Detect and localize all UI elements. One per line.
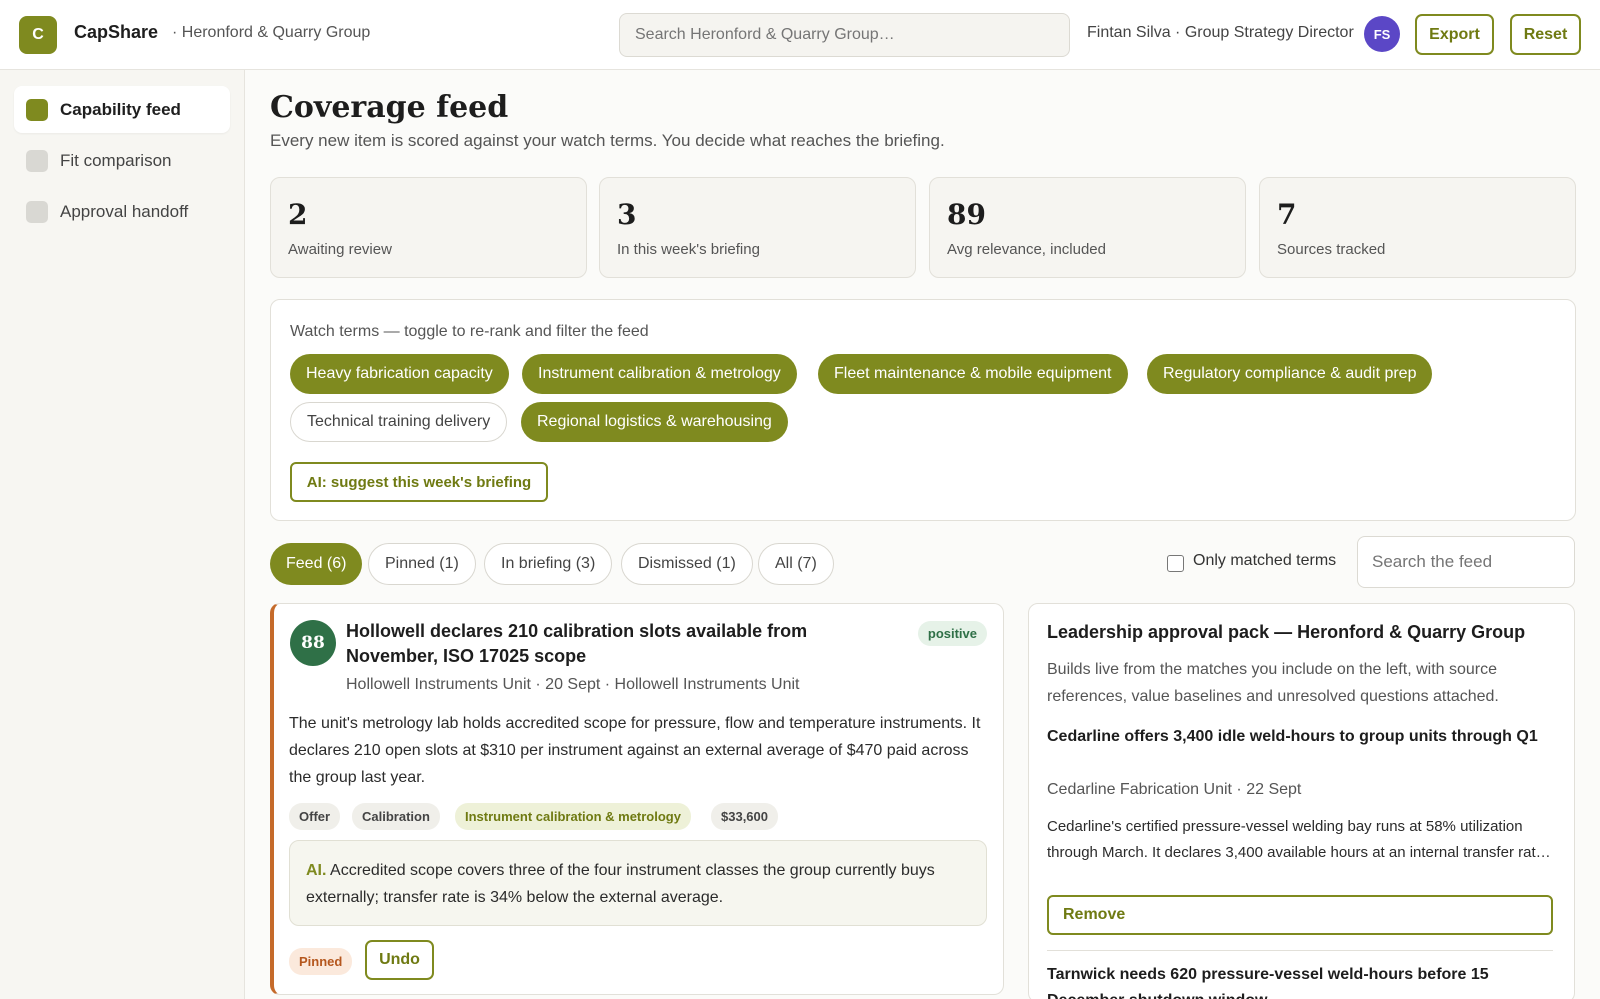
sidebar-item-approval-handoff[interactable]: Approval handoff xyxy=(14,188,230,235)
feed-item-title[interactable]: Hollowell declares 210 calibration slots… xyxy=(346,619,866,669)
tab-in-briefing[interactable]: In briefing (3) xyxy=(484,543,613,585)
pack-item-meta: Cedarline Fabrication Unit · 22 Sept xyxy=(1047,781,1302,798)
sidebar-item-label: Fit comparison xyxy=(60,150,172,170)
top-bar: C CapShare · Heronford & Quarry Group Fi… xyxy=(0,0,1600,70)
stat-card-avg-relevance: 89 Avg relevance, included xyxy=(929,177,1246,278)
feed-item-tag-matched-term: Instrument calibration & metrology xyxy=(455,803,691,830)
only-matched-checkbox[interactable] xyxy=(1167,555,1184,572)
watch-term-chip[interactable]: Regulatory compliance & audit prep xyxy=(1147,354,1433,394)
stat-label: Avg relevance, included xyxy=(947,241,1106,258)
stat-value: 3 xyxy=(617,198,637,231)
sidebar: Capability feed Fit comparison Approval … xyxy=(0,70,245,999)
stat-label: Sources tracked xyxy=(1277,241,1386,258)
global-search-input[interactable] xyxy=(619,13,1070,57)
tab-all[interactable]: All (7) xyxy=(758,543,834,585)
sidebar-item-fit-comparison[interactable]: Fit comparison xyxy=(14,137,230,184)
watch-term-chip[interactable]: Technical training delivery xyxy=(290,402,508,442)
ai-summary-text: Accredited scope covers three of the fou… xyxy=(306,862,935,906)
watch-terms-title: Watch terms — toggle to re-rank and filt… xyxy=(290,323,649,340)
feed-search-input[interactable] xyxy=(1357,536,1575,588)
pack-item-title: Tarnwick needs 620 pressure-vessel weld-… xyxy=(1047,966,1489,999)
relevance-score-badge: 88 xyxy=(290,620,336,666)
nav-square-icon xyxy=(26,99,48,121)
watch-terms-panel: Watch terms — toggle to re-rank and filt… xyxy=(270,299,1576,521)
ai-summary-box: AI. Accredited scope covers three of the… xyxy=(289,840,987,926)
watch-term-chip[interactable]: Heavy fabrication capacity xyxy=(290,354,509,394)
feed-item-card[interactable]: 88 Hollowell declares 210 calibration sl… xyxy=(270,603,1004,995)
feed-item-tag: Calibration xyxy=(352,803,440,830)
approval-pack-description: Builds live from the matches you include… xyxy=(1047,661,1499,705)
feed-item-meta: Hollowell Instruments Unit · 20 Sept · H… xyxy=(346,676,800,693)
divider xyxy=(1047,950,1553,951)
stat-value: 7 xyxy=(1277,198,1297,231)
pack-item-body: Cedarline's certified pressure-vessel we… xyxy=(1047,818,1551,861)
app-logo[interactable]: C xyxy=(19,16,57,54)
sidebar-item-capability-feed[interactable]: Capability feed xyxy=(14,86,230,133)
pinned-status-badge: Pinned xyxy=(289,948,353,975)
page-title: Coverage feed xyxy=(270,90,509,125)
watch-term-chip[interactable]: Regional logistics & warehousing xyxy=(521,402,788,442)
export-button[interactable]: Export xyxy=(1415,14,1494,55)
page-subtitle: Every new item is scored against your wa… xyxy=(270,131,945,150)
watch-term-chip[interactable]: Fleet maintenance & mobile equipment xyxy=(818,354,1128,394)
user-label: Fintan Silva · Group Strategy Director xyxy=(1087,24,1354,41)
feed-item-body: The unit's metrology lab holds accredite… xyxy=(289,715,981,786)
stat-card-sources-tracked: 7 Sources tracked xyxy=(1259,177,1576,278)
stat-value: 89 xyxy=(947,198,986,231)
tab-feed[interactable]: Feed (6) xyxy=(270,543,363,585)
stat-card-awaiting-review: 2 Awaiting review xyxy=(270,177,587,278)
tab-pinned[interactable]: Pinned (1) xyxy=(368,543,476,585)
nav-square-icon xyxy=(26,201,48,223)
reset-button[interactable]: Reset xyxy=(1510,14,1581,55)
org-name: · Heronford & Quarry Group xyxy=(172,24,371,41)
stat-label: In this week's briefing xyxy=(617,241,760,258)
feed-item-tag: Offer xyxy=(289,803,341,830)
approval-pack-panel: Leadership approval pack — Heronford & Q… xyxy=(1028,603,1575,999)
stat-value: 2 xyxy=(288,198,308,231)
sidebar-item-label: Approval handoff xyxy=(60,201,189,221)
stat-label: Awaiting review xyxy=(288,241,392,258)
feed-item-tag-value: $33,600 xyxy=(711,803,778,830)
undo-button[interactable]: Undo xyxy=(365,940,434,980)
remove-from-pack-button[interactable]: Remove xyxy=(1047,895,1553,935)
app-name: CapShare xyxy=(74,22,159,42)
ai-label: AI. xyxy=(306,862,327,879)
ai-suggest-briefing-button[interactable]: AI: suggest this week's briefing xyxy=(290,462,548,502)
avatar[interactable]: FS xyxy=(1364,16,1400,52)
tab-dismissed[interactable]: Dismissed (1) xyxy=(621,543,753,585)
sentiment-badge: positive xyxy=(917,621,987,646)
only-matched-label: Only matched terms xyxy=(1193,552,1337,569)
nav-square-icon xyxy=(26,150,48,172)
sidebar-item-label: Capability feed xyxy=(60,99,181,119)
watch-term-chip[interactable]: Instrument calibration & metrology xyxy=(522,354,797,394)
pack-item-title: Cedarline offers 3,400 idle weld-hours t… xyxy=(1047,728,1538,745)
approval-pack-title: Leadership approval pack — Heronford & Q… xyxy=(1047,622,1526,642)
stat-card-in-briefing: 3 In this week's briefing xyxy=(599,177,916,278)
